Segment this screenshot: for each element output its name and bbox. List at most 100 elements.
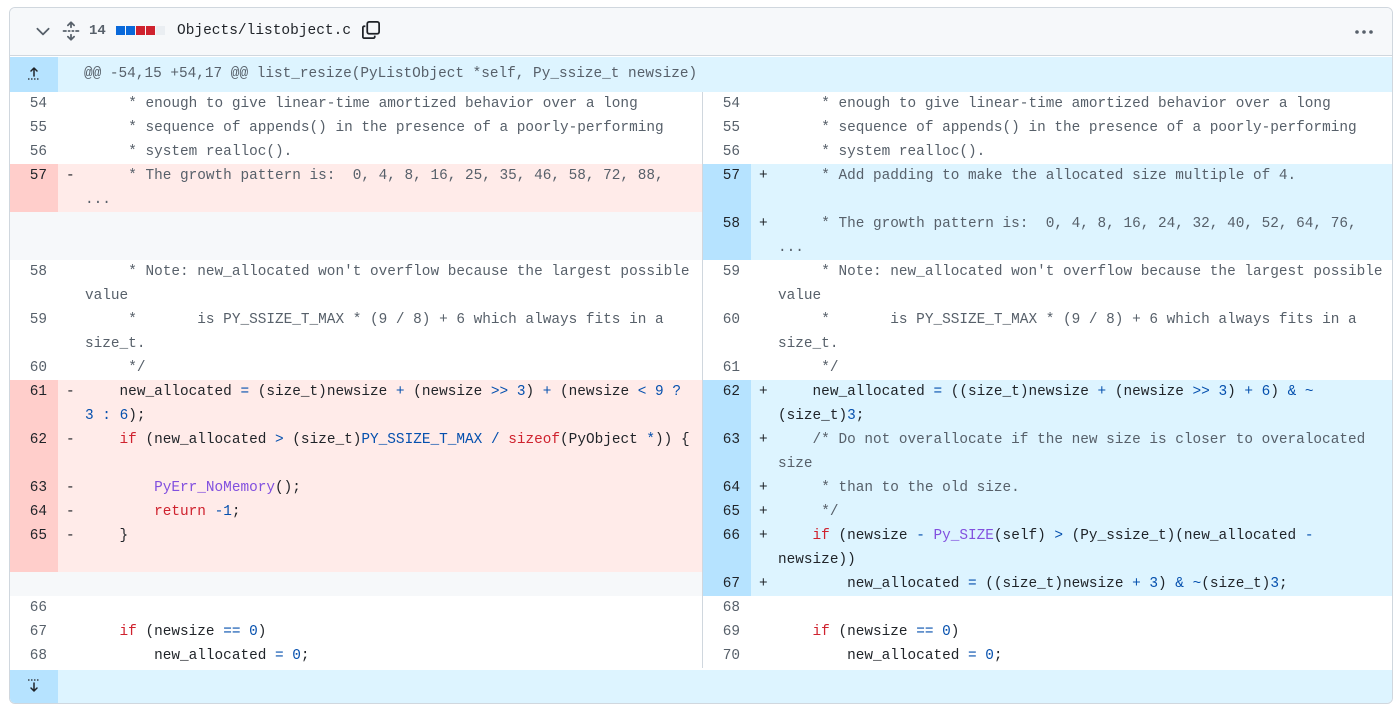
chevron-down-icon[interactable] bbox=[34, 22, 52, 40]
diffstat-square bbox=[116, 26, 125, 35]
line-number[interactable]: 65 bbox=[10, 524, 58, 572]
line-number[interactable]: 61 bbox=[703, 356, 751, 380]
line-number[interactable]: 56 bbox=[10, 140, 58, 164]
line-number[interactable]: 61 bbox=[10, 380, 58, 428]
code-line: * Add padding to make the allocated size… bbox=[778, 168, 1297, 184]
code-line: if (newsize == 0) bbox=[119, 624, 267, 640]
code-line: * The growth pattern is: 0, 4, 8, 16, 25… bbox=[85, 168, 673, 208]
right-cell: 60 * is PY_SSIZE_T_MAX * (9 / 8) + 6 whi… bbox=[702, 308, 1392, 356]
line-number[interactable]: 57 bbox=[10, 164, 58, 212]
left-cell: 66 bbox=[10, 596, 702, 620]
line-number[interactable]: 55 bbox=[703, 116, 751, 140]
line-number bbox=[10, 572, 58, 596]
code-line: * than to the old size. bbox=[778, 480, 1020, 496]
line-number[interactable]: 58 bbox=[10, 260, 58, 308]
left-cell: 64- return -1; bbox=[10, 500, 702, 524]
right-cell: 56 * system realloc(). bbox=[702, 140, 1392, 164]
diff-row: 59 * is PY_SSIZE_T_MAX * (9 / 8) + 6 whi… bbox=[10, 308, 1392, 356]
code-line: * enough to give linear-time amortized b… bbox=[85, 96, 638, 112]
line-number[interactable]: 64 bbox=[703, 476, 751, 500]
expand-up-button[interactable] bbox=[10, 57, 58, 92]
code-line: * Note: new_allocated won't overflow bec… bbox=[85, 264, 699, 304]
line-number[interactable]: 66 bbox=[10, 596, 58, 620]
line-number[interactable]: 54 bbox=[703, 92, 751, 116]
line-number[interactable]: 56 bbox=[703, 140, 751, 164]
right-cell: 64 + * than to the old size. bbox=[702, 476, 1392, 500]
right-cell: 63 + /* Do not overallocate if the new si… bbox=[702, 428, 1392, 476]
line-number[interactable]: 70 bbox=[703, 644, 751, 668]
code-line: */ bbox=[85, 360, 146, 376]
line-number[interactable]: 58 bbox=[703, 212, 751, 260]
line-number[interactable]: 67 bbox=[703, 572, 751, 596]
code-line: * sequence of appends() in the presence … bbox=[85, 120, 664, 136]
right-cell: 62 + new_allocated = ((size_t)newsize + (… bbox=[702, 380, 1392, 428]
deletion-marker: - bbox=[66, 384, 75, 400]
diff-row: 66 68 bbox=[10, 596, 1392, 620]
right-cell: 66 + if (newsize - Py_SIZE(self) > (Py_ss… bbox=[702, 524, 1392, 572]
diff-row: 61- new_allocated = (size_t)newsize + (n… bbox=[10, 380, 1392, 428]
line-number[interactable]: 67 bbox=[10, 620, 58, 644]
deletion-marker: - bbox=[66, 480, 75, 496]
line-number[interactable]: 62 bbox=[703, 380, 751, 428]
left-cell: 55 * sequence of appends() in the presen… bbox=[10, 116, 702, 140]
addition-marker: + bbox=[759, 504, 768, 520]
line-number[interactable]: 64 bbox=[10, 500, 58, 524]
addition-marker: + bbox=[759, 528, 768, 544]
right-cell: 54 * enough to give linear-time amortize… bbox=[702, 92, 1392, 116]
code-line: new_allocated = 0; bbox=[85, 648, 310, 664]
right-cell: 59 * Note: new_allocated won't overflow … bbox=[702, 260, 1392, 308]
diff-row: 58 + * The growth pattern is: 0, 4, 8, 16… bbox=[10, 212, 1392, 260]
deletion-marker: - bbox=[66, 504, 75, 520]
code-line: new_allocated = ((size_t)newsize + (news… bbox=[778, 384, 1314, 424]
left-cell: 65- } bbox=[10, 524, 702, 572]
line-number[interactable]: 62 bbox=[10, 428, 58, 476]
line-number[interactable]: 55 bbox=[10, 116, 58, 140]
code-line: return -1; bbox=[154, 504, 241, 520]
expand-down-button[interactable] bbox=[10, 670, 58, 703]
change-count: 14 bbox=[89, 23, 106, 39]
left-cell: 62- if (new_allocated > (size_t)PY_SSIZE… bbox=[10, 428, 702, 476]
diff-row: 65- } 66 + if (newsize - Py_SIZE(self) > (… bbox=[10, 524, 1392, 572]
diff-row: 56 * system realloc(). 56 * system reallo… bbox=[10, 140, 1392, 164]
hunk-header-text: @@ -54,15 +54,17 @@ list_resize(PyListOb… bbox=[84, 66, 698, 82]
line-number[interactable]: 68 bbox=[703, 596, 751, 620]
left-cell: 63- PyErr_NoMemory(); bbox=[10, 476, 702, 500]
line-number[interactable]: 59 bbox=[10, 308, 58, 356]
line-number[interactable]: 63 bbox=[703, 428, 751, 476]
expand-up-icon bbox=[28, 67, 40, 80]
copy-icon[interactable] bbox=[361, 20, 381, 40]
line-number[interactable]: 66 bbox=[703, 524, 751, 572]
diff-row: 55 * sequence of appends() in the presen… bbox=[10, 116, 1392, 140]
line-number[interactable]: 54 bbox=[10, 92, 58, 116]
left-cell: 57- * The growth pattern is: 0, 4, 8, 16… bbox=[10, 164, 702, 212]
hunk-header: @@ -54,15 +54,17 @@ list_resize(PyListOb… bbox=[10, 57, 1392, 92]
line-number[interactable]: 60 bbox=[703, 308, 751, 356]
left-cell bbox=[10, 212, 702, 260]
line-number[interactable]: 57 bbox=[703, 164, 751, 212]
file-name[interactable]: Objects/listobject.c bbox=[177, 21, 351, 41]
right-cell: 55 * sequence of appends() in the presen… bbox=[702, 116, 1392, 140]
unfold-icon[interactable] bbox=[61, 21, 81, 41]
diff-row: 67 if (newsize == 0) 69 if (newsize == 0) bbox=[10, 620, 1392, 644]
line-number[interactable]: 69 bbox=[703, 620, 751, 644]
code-line: if (newsize == 0) bbox=[812, 624, 960, 640]
line-number[interactable]: 65 bbox=[703, 500, 751, 524]
kebab-horizontal-icon[interactable] bbox=[1353, 22, 1375, 42]
code-line: new_allocated = (size_t)newsize + (newsi… bbox=[85, 384, 681, 424]
deletion-marker: - bbox=[66, 168, 75, 184]
code-line: if (new_allocated > (size_t)PY_SSIZE_T_M… bbox=[119, 432, 690, 448]
deletion-marker: - bbox=[66, 432, 75, 448]
left-cell: 61- new_allocated = (size_t)newsize + (n… bbox=[10, 380, 702, 428]
line-number[interactable]: 59 bbox=[703, 260, 751, 308]
left-cell: 60 */ bbox=[10, 356, 702, 380]
line-number bbox=[10, 212, 58, 260]
right-cell: 58 + * The growth pattern is: 0, 4, 8, 16… bbox=[702, 212, 1392, 260]
line-number[interactable]: 68 bbox=[10, 644, 58, 668]
line-number[interactable]: 60 bbox=[10, 356, 58, 380]
line-number[interactable]: 63 bbox=[10, 476, 58, 500]
diff-row: 67 + new_allocated = ((size_t)newsize + 3… bbox=[10, 572, 1392, 596]
code-line: } bbox=[85, 528, 129, 544]
diff-row: 64- return -1; 65 + */ bbox=[10, 500, 1392, 524]
diff-row: 68 new_allocated = 0; 70 new_allocated = … bbox=[10, 644, 1392, 668]
addition-marker: + bbox=[759, 432, 768, 448]
